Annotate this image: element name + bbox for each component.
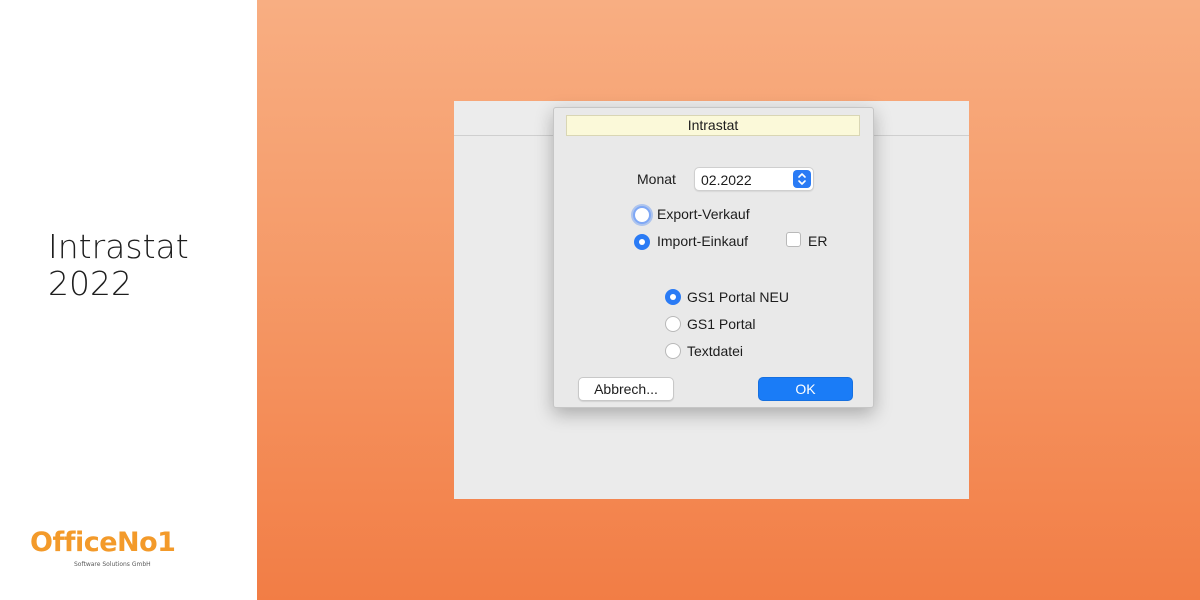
radio-import-einkauf-label: Import-Einkauf xyxy=(657,233,749,249)
intrastat-dialog: Intrastat Monat 02.2022 Export-Verkauf I… xyxy=(553,107,874,408)
radio-import-einkauf[interactable] xyxy=(634,234,650,250)
month-select-value: 02.2022 xyxy=(701,172,752,188)
radio-gs1-portal-label: GS1 Portal xyxy=(687,316,756,332)
er-checkbox[interactable] xyxy=(786,232,801,247)
ok-button[interactable]: OK xyxy=(758,377,853,401)
radio-export-verkauf-label: Export-Verkauf xyxy=(657,206,750,222)
month-label: Monat xyxy=(637,171,676,187)
radio-gs1-portal-neu[interactable] xyxy=(665,289,681,305)
radio-textdatei-label: Textdatei xyxy=(687,343,744,359)
dialog-title: Intrastat xyxy=(566,115,860,136)
company-logo: OfficeNo1 Software Solutions GmbH xyxy=(30,528,180,578)
radio-textdatei[interactable] xyxy=(665,343,681,359)
radio-gs1-portal[interactable] xyxy=(665,316,681,332)
logo-brand: OfficeNo1 xyxy=(30,527,176,558)
promo-title-line2: 2022 xyxy=(48,264,132,303)
left-panel: Intrastat 2022 OfficeNo1 Software Soluti… xyxy=(0,0,257,600)
er-checkbox-label: ER xyxy=(808,233,828,249)
radio-export-verkauf[interactable] xyxy=(633,206,651,224)
month-select[interactable]: 02.2022 xyxy=(694,167,814,191)
chevron-up-down-icon[interactable] xyxy=(793,170,811,188)
promo-title: Intrastat 2022 xyxy=(48,228,189,302)
promo-title-line1: Intrastat xyxy=(48,227,189,266)
cancel-button[interactable]: Abbrech... xyxy=(578,377,674,401)
radio-gs1-portal-neu-label: GS1 Portal NEU xyxy=(687,289,789,305)
logo-tagline: Software Solutions GmbH xyxy=(74,561,151,568)
